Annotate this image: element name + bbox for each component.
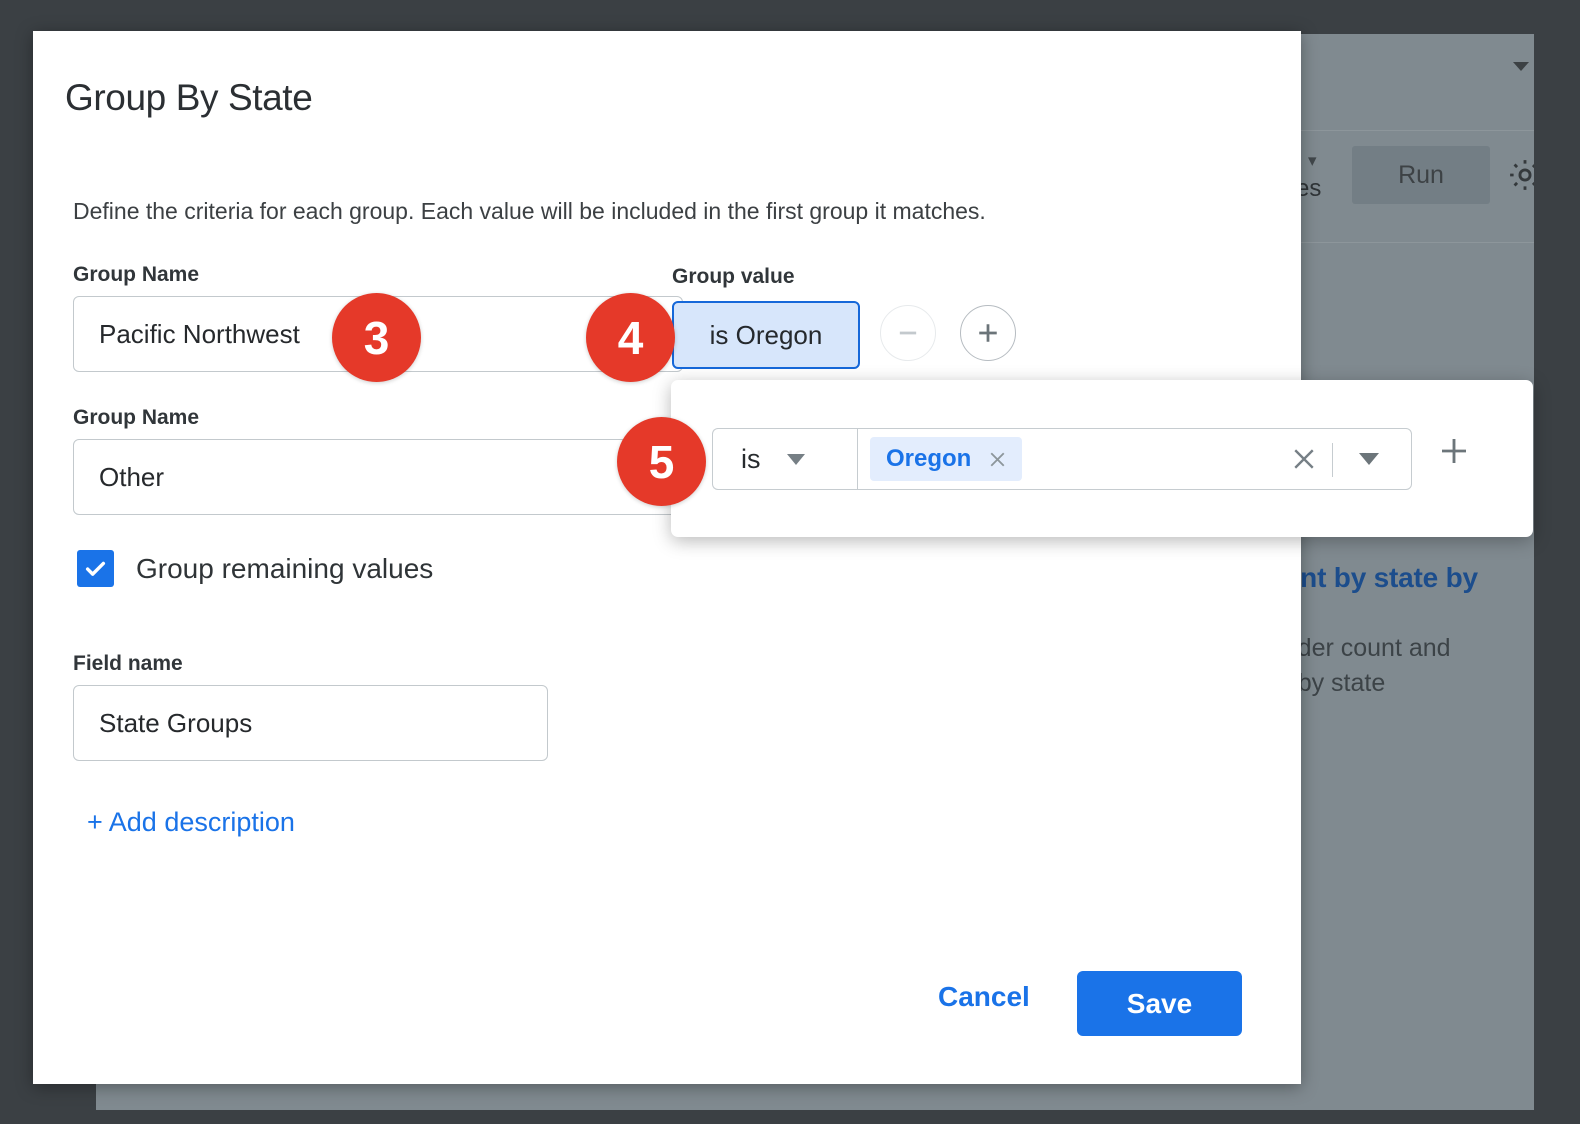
- save-button[interactable]: Save: [1077, 971, 1242, 1036]
- caret-up-icon: [1513, 62, 1529, 71]
- field-name-label: Field name: [73, 652, 183, 676]
- field-divider: [1332, 443, 1333, 477]
- gear-icon[interactable]: [1506, 156, 1534, 194]
- remove-group-value-button: [880, 305, 936, 361]
- add-description-link[interactable]: + Add description: [87, 807, 295, 838]
- chevron-down-icon[interactable]: ▾: [1308, 152, 1317, 169]
- add-group-value-button[interactable]: [960, 305, 1016, 361]
- filter-value-chip[interactable]: Oregon: [870, 437, 1022, 481]
- filter-operator-select[interactable]: is: [712, 428, 857, 490]
- clear-values-icon[interactable]: [1289, 444, 1319, 474]
- chevron-down-icon: [787, 454, 805, 465]
- group-name-input-2[interactable]: Other: [73, 439, 683, 515]
- screen-root: ▾ es Run count by state by y order count…: [0, 0, 1580, 1124]
- group-by-state-dialog: Group By State Define the criteria for e…: [33, 31, 1301, 1084]
- run-button[interactable]: Run: [1352, 146, 1490, 204]
- step-badge-4: 4: [586, 293, 675, 382]
- dialog-title: Group By State: [65, 77, 312, 119]
- filter-operator-value: is: [741, 444, 761, 475]
- dialog-description: Define the criteria for each group. Each…: [73, 198, 986, 225]
- close-icon[interactable]: [985, 447, 1010, 472]
- group-value-button-1[interactable]: is Oregon: [672, 301, 860, 369]
- plus-icon[interactable]: [1436, 433, 1472, 469]
- filter-popover: is Oregon: [671, 380, 1533, 537]
- group-value-label-1: Group value: [672, 265, 795, 289]
- filter-value-chip-label: Oregon: [886, 445, 971, 473]
- group-remaining-values-checkbox[interactable]: [77, 550, 114, 587]
- step-badge-3: 3: [332, 293, 421, 382]
- step-badge-5: 5: [617, 417, 706, 506]
- group-remaining-values-row[interactable]: Group remaining values: [77, 550, 433, 587]
- field-name-input[interactable]: State Groups: [73, 685, 548, 761]
- group-name-label-2: Group Name: [73, 406, 199, 430]
- chevron-down-icon[interactable]: [1359, 453, 1379, 465]
- filter-values-field[interactable]: Oregon: [857, 428, 1412, 490]
- group-remaining-values-label: Group remaining values: [136, 553, 433, 585]
- cancel-button[interactable]: Cancel: [938, 981, 1030, 1013]
- group-name-label-1: Group Name: [73, 263, 199, 287]
